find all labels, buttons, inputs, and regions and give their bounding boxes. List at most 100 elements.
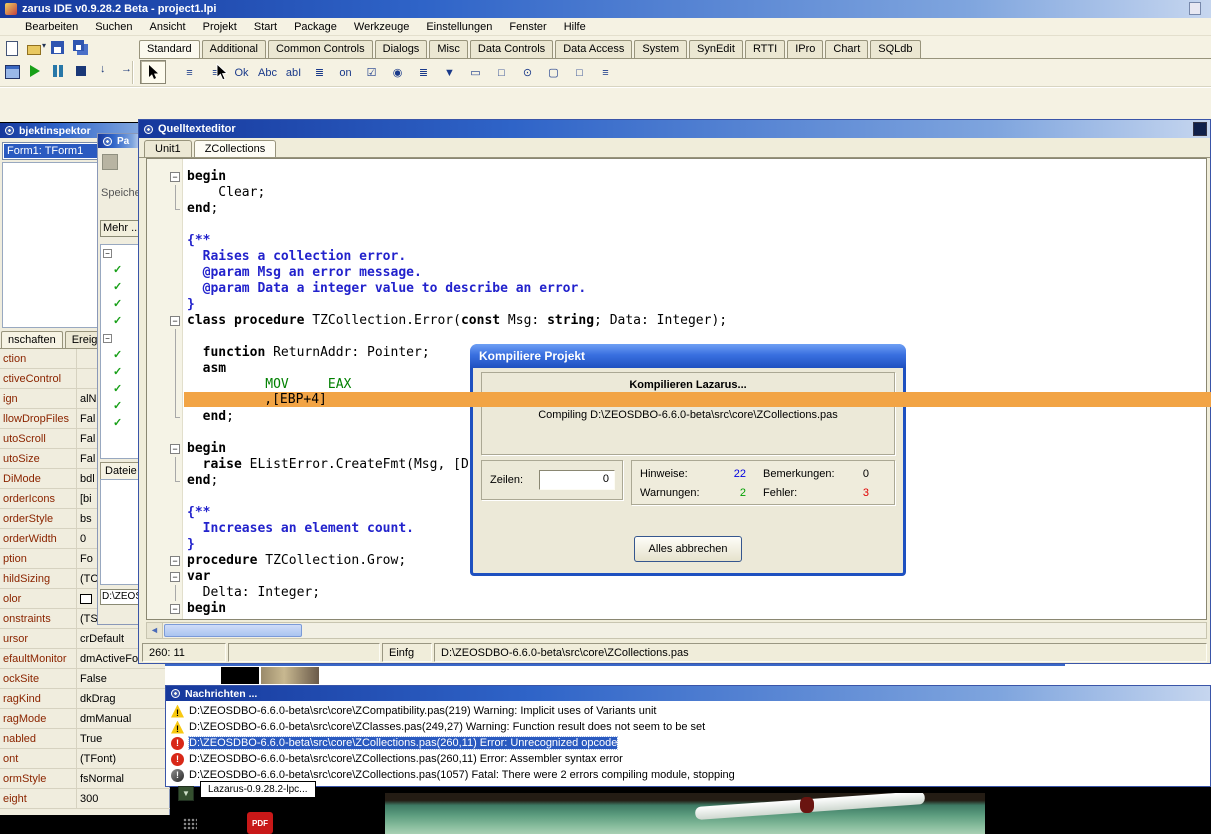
palette-tab-ipro[interactable]: IPro <box>787 40 823 58</box>
source-editor-titlebar[interactable]: Quelltexteditor <box>139 120 1210 138</box>
fold-icon[interactable]: − <box>170 556 180 566</box>
message-row[interactable]: !D:\ZEOSDBO-6.6.0-beta\src\core\ZCollect… <box>168 767 1208 783</box>
tab-files[interactable]: Dateie <box>100 462 142 480</box>
property-row[interactable]: ont(TFont) <box>0 749 170 769</box>
package-file-tree[interactable]: −✓✓✓✓−✓✓✓✓✓ <box>100 244 141 459</box>
scroll-left-icon[interactable]: ◄ <box>147 623 163 638</box>
tpanel-component[interactable]: ▢ <box>542 62 565 84</box>
scroll-down-icon[interactable]: ▼ <box>178 786 194 801</box>
tgroupbox-component[interactable]: □ <box>490 62 513 84</box>
palette-tab-synedit[interactable]: SynEdit <box>689 40 743 58</box>
palette-tab-dialogs[interactable]: Dialogs <box>375 40 428 58</box>
size-grip[interactable] <box>183 818 197 830</box>
menu-item-package[interactable]: Package <box>294 21 337 33</box>
step-into-button[interactable] <box>95 62 113 80</box>
tactionlist-component[interactable]: ≡ <box>594 62 617 84</box>
property-row[interactable]: nabledTrue <box>0 729 170 749</box>
message-row[interactable]: !D:\ZEOSDBO-6.6.0-beta\src\core\ZCollect… <box>168 751 1208 767</box>
fold-icon[interactable]: − <box>170 444 180 454</box>
menu-item-start[interactable]: Start <box>254 21 277 33</box>
fold-icon[interactable]: − <box>170 316 180 326</box>
path-field[interactable]: D:\ZEOS <box>100 589 141 605</box>
menu-item-einstellungen[interactable]: Einstellungen <box>426 21 492 33</box>
run-button[interactable] <box>26 62 44 80</box>
palette-tab-data-access[interactable]: Data Access <box>555 40 632 58</box>
tlistbox-component[interactable]: ≣ <box>412 62 435 84</box>
tframe-component[interactable]: □ <box>568 62 591 84</box>
menu-item-hilfe[interactable]: Hilfe <box>564 21 586 33</box>
tmemo-component[interactable]: ≣ <box>308 62 331 84</box>
tree-item[interactable]: ✓ <box>101 296 140 313</box>
tree-item[interactable]: ✓ <box>101 262 140 279</box>
tree-item[interactable]: ✓ <box>101 398 140 415</box>
stop-button[interactable] <box>72 62 90 80</box>
messages-titlebar[interactable]: Nachrichten ... <box>166 686 1210 701</box>
tree-item[interactable]: ✓ <box>101 279 140 296</box>
tab-properties[interactable]: nschaften <box>1 331 63 348</box>
save-button[interactable] <box>49 39 67 57</box>
selection-tool-button[interactable] <box>140 60 166 84</box>
tlabel-component[interactable]: Abc <box>256 62 279 84</box>
dialog-titlebar[interactable]: Kompiliere Projekt <box>470 344 906 368</box>
tscrollbar-component[interactable]: ▭ <box>464 62 487 84</box>
tree-item[interactable]: ✓ <box>101 415 140 432</box>
tbutton-component[interactable]: Ok <box>230 62 253 84</box>
menu-item-bearbeiten[interactable]: Bearbeiten <box>25 21 78 33</box>
palette-tab-system[interactable]: System <box>634 40 687 58</box>
titlebar-button[interactable] <box>1189 2 1201 15</box>
palette-tab-standard[interactable]: Standard <box>139 40 200 59</box>
files-list[interactable] <box>100 479 141 585</box>
palette-tab-additional[interactable]: Additional <box>202 40 266 58</box>
new-form-button[interactable] <box>3 62 21 80</box>
horizontal-scrollbar[interactable]: ◄ <box>146 622 1207 639</box>
palette-tab-rtti[interactable]: RTTI <box>745 40 785 58</box>
tree-item[interactable]: − <box>101 330 140 347</box>
menu-item-fenster[interactable]: Fenster <box>509 21 546 33</box>
tradiobutton-component[interactable]: ◉ <box>386 62 409 84</box>
close-icon[interactable] <box>1193 122 1207 136</box>
tcheckbox-component[interactable]: ☑ <box>360 62 383 84</box>
tcombobox-component[interactable]: ▼ <box>438 62 461 84</box>
property-row[interactable]: ockSiteFalse <box>0 669 170 689</box>
menu-item-werkzeuge[interactable]: Werkzeuge <box>354 21 409 33</box>
new-unit-button[interactable] <box>3 39 21 57</box>
more-button[interactable]: Mehr .. <box>100 220 140 237</box>
tab-unit1[interactable]: Unit1 <box>144 140 192 157</box>
side-window-titlebar[interactable]: Pa <box>98 134 141 148</box>
cancel-all-button[interactable]: Alles abbrechen <box>634 536 742 562</box>
message-row[interactable]: !D:\ZEOSDBO-6.6.0-beta\src\core\ZCompati… <box>168 703 1208 719</box>
menu-item-projekt[interactable]: Projekt <box>203 21 237 33</box>
pdf-icon[interactable]: PDF <box>247 812 273 834</box>
open-dropdown-button[interactable] <box>26 39 44 57</box>
tree-item[interactable]: − <box>101 245 140 262</box>
tab-zcollections[interactable]: ZCollections <box>194 140 277 157</box>
tree-item[interactable]: ✓ <box>101 364 140 381</box>
fold-icon[interactable]: − <box>170 172 180 182</box>
fold-icon[interactable]: − <box>170 604 180 614</box>
tree-item[interactable]: ✓ <box>101 313 140 330</box>
palette-tab-misc[interactable]: Misc <box>429 40 468 58</box>
property-row[interactable]: eight300 <box>0 789 170 809</box>
tedit-component[interactable]: abI <box>282 62 305 84</box>
palette-tab-common-controls[interactable]: Common Controls <box>268 40 373 58</box>
palette-tab-data-controls[interactable]: Data Controls <box>470 40 553 58</box>
palette-tab-chart[interactable]: Chart <box>825 40 868 58</box>
scrollbar-thumb[interactable] <box>164 624 302 637</box>
tmainmenu-component[interactable]: ≡ <box>178 62 201 84</box>
property-row[interactable]: ormStylefsNormal <box>0 769 170 789</box>
tree-item[interactable]: ✓ <box>101 347 140 364</box>
tree-item[interactable]: ✓ <box>101 381 140 398</box>
pause-button[interactable] <box>49 62 67 80</box>
message-row[interactable]: !D:\ZEOSDBO-6.6.0-beta\src\core\ZCollect… <box>168 735 1208 751</box>
ttogglebox-component[interactable]: on <box>334 62 357 84</box>
property-row[interactable]: ragKinddkDrag <box>0 689 170 709</box>
menu-item-suchen[interactable]: Suchen <box>95 21 132 33</box>
menu-item-ansicht[interactable]: Ansicht <box>150 21 186 33</box>
tradiogroup-component[interactable]: ⊙ <box>516 62 539 84</box>
property-row[interactable]: ragModedmManual <box>0 709 170 729</box>
message-row[interactable]: !D:\ZEOSDBO-6.6.0-beta\src\core\ZClasses… <box>168 719 1208 735</box>
palette-tab-sqldb[interactable]: SQLdb <box>870 40 920 58</box>
save-all-button[interactable] <box>72 39 90 57</box>
fold-icon[interactable]: − <box>170 572 180 582</box>
save-icon[interactable] <box>102 154 118 170</box>
